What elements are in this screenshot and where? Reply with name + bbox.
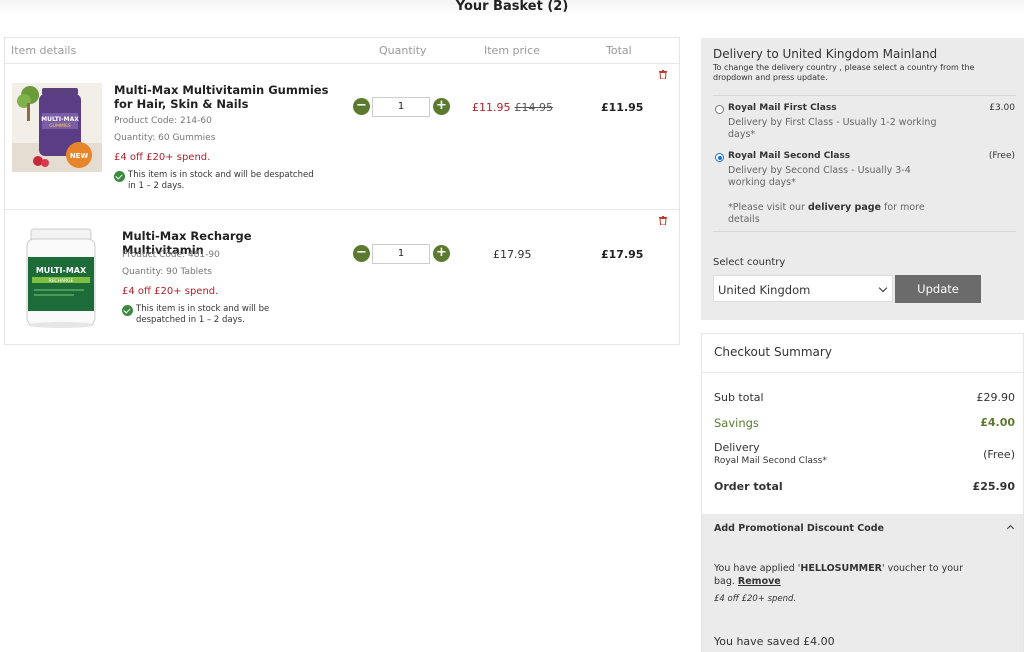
basket-table: Item details Quantity Item price Total M… bbox=[4, 37, 680, 345]
delete-icon[interactable] bbox=[659, 216, 667, 225]
item-total: £17.95 bbox=[601, 248, 644, 261]
delivery-panel: Delivery to United Kingdom Mainland To c… bbox=[701, 38, 1024, 320]
product-code: Product Code: 481-90 bbox=[122, 250, 220, 260]
new-badge: NEW bbox=[70, 152, 89, 160]
item-price: £17.95 bbox=[493, 248, 532, 261]
svg-text:RECHARGE: RECHARGE bbox=[48, 278, 73, 284]
radio-second-class[interactable] bbox=[715, 153, 724, 162]
header-total: Total bbox=[606, 44, 632, 57]
option-price: (Free) bbox=[988, 151, 1015, 161]
svg-text:MULTI-MAX: MULTI-MAX bbox=[36, 266, 87, 275]
divider bbox=[713, 95, 1016, 96]
product-image-gummies[interactable]: MULTI-MAX GUMMIES NEW bbox=[12, 83, 102, 172]
voucher-applied-text: You have applied 'HELLOSUMMER' voucher t… bbox=[714, 563, 963, 587]
increase-quantity-button[interactable]: + bbox=[433, 245, 450, 262]
promo-code-toggle[interactable]: Add Promotional Discount Code bbox=[714, 523, 884, 534]
subtotal-value: £29.90 bbox=[976, 391, 1016, 404]
subtotal-label: Sub total bbox=[714, 391, 764, 404]
remove-voucher-link[interactable]: Remove bbox=[738, 576, 781, 587]
stock-text: This item is in stock and will be despat… bbox=[136, 304, 270, 325]
table-row: MULTI-MAX RECHARGE Multi-Max Recharge Mu… bbox=[5, 210, 679, 344]
svg-text:MULTI-MAX: MULTI-MAX bbox=[41, 116, 79, 123]
delivery-info: *Please visit our delivery page for more… bbox=[728, 202, 925, 225]
order-total-value: £25.90 bbox=[972, 480, 1015, 493]
delivery-method: Royal Mail Second Class* bbox=[714, 456, 827, 466]
order-total-label: Order total bbox=[714, 480, 783, 493]
decrease-quantity-button[interactable]: − bbox=[353, 98, 370, 115]
delete-icon[interactable] bbox=[659, 70, 667, 79]
savings-label: Savings bbox=[714, 416, 759, 430]
item-price: £11.95 £14.95 bbox=[472, 101, 553, 114]
option-desc: Delivery by First Class - Usually 1-2 wo… bbox=[728, 117, 937, 140]
product-image-recharge[interactable]: MULTI-MAX RECHARGE bbox=[22, 227, 104, 330]
option-desc: Delivery by Second Class - Usually 3-4 w… bbox=[728, 165, 911, 188]
promo-text: £4 off £20+ spend. bbox=[122, 286, 219, 297]
table-row: MULTI-MAX GUMMIES NEW Multi-Max Multivit… bbox=[5, 64, 679, 210]
country-select[interactable]: United Kingdom bbox=[713, 275, 893, 302]
increase-quantity-button[interactable]: + bbox=[433, 98, 450, 115]
header-item-details: Item details bbox=[11, 44, 77, 57]
svg-text:GUMMIES: GUMMIES bbox=[49, 123, 71, 129]
item-total: £11.95 bbox=[601, 101, 644, 114]
product-name[interactable]: Multi-Max Multivitamin Gummies for Hair,… bbox=[114, 83, 329, 111]
delivery-option-second-class[interactable]: Royal Mail Second Class (Free) Delivery … bbox=[715, 151, 1015, 191]
delivery-page-link[interactable]: delivery page bbox=[808, 202, 881, 213]
delivery-value: (Free) bbox=[983, 448, 1015, 461]
header-item-price: Item price bbox=[484, 44, 540, 57]
promo-code-panel: Add Promotional Discount Code You have a… bbox=[702, 514, 1023, 652]
delivery-label: Delivery bbox=[714, 441, 760, 454]
saved-amount-text: You have saved £4.00 bbox=[714, 635, 835, 648]
voucher-description: £4 off £20+ spend. bbox=[714, 594, 797, 604]
promo-text: £4 off £20+ spend. bbox=[114, 152, 211, 163]
product-quantity-info: Quantity: 90 Tablets bbox=[122, 267, 212, 277]
divider bbox=[713, 231, 1016, 232]
option-name: Royal Mail Second Class bbox=[728, 151, 851, 161]
checkout-summary: Checkout Summary Sub total £29.90 Saving… bbox=[701, 333, 1024, 652]
delivery-note: To change the delivery country , please … bbox=[713, 63, 975, 82]
update-button[interactable]: Update bbox=[895, 275, 981, 303]
option-name: Royal Mail First Class bbox=[728, 103, 837, 113]
sale-price: £11.95 bbox=[472, 101, 511, 114]
select-country-label: Select country bbox=[713, 257, 786, 268]
quantity-input[interactable]: 1 bbox=[372, 97, 430, 117]
chevron-up-icon[interactable] bbox=[1006, 524, 1015, 533]
chevron-down-icon bbox=[878, 283, 888, 293]
quantity-input[interactable]: 1 bbox=[372, 244, 430, 264]
delivery-option-first-class[interactable]: Royal Mail First Class £3.00 Delivery by… bbox=[715, 103, 1015, 143]
header-quantity: Quantity bbox=[379, 44, 427, 57]
was-price: £14.95 bbox=[514, 101, 554, 114]
summary-title: Checkout Summary bbox=[714, 345, 832, 359]
decrease-quantity-button[interactable]: − bbox=[353, 245, 370, 262]
savings-value: £4.00 bbox=[980, 416, 1015, 429]
page-title: Your Basket (2) bbox=[455, 0, 569, 14]
check-icon bbox=[114, 171, 125, 182]
divider bbox=[702, 372, 1023, 373]
product-code: Product Code: 214-60 bbox=[114, 116, 212, 126]
delivery-title: Delivery to United Kingdom Mainland bbox=[713, 47, 938, 61]
option-price: £3.00 bbox=[989, 103, 1015, 113]
stock-text: This item is in stock and will be despat… bbox=[128, 170, 314, 191]
product-quantity-info: Quantity: 60 Gummies bbox=[114, 133, 216, 143]
voucher-code: HELLOSUMMER bbox=[800, 563, 882, 574]
table-header: Item details Quantity Item price Total bbox=[5, 38, 679, 64]
radio-first-class[interactable] bbox=[715, 105, 724, 114]
check-icon bbox=[122, 305, 133, 316]
